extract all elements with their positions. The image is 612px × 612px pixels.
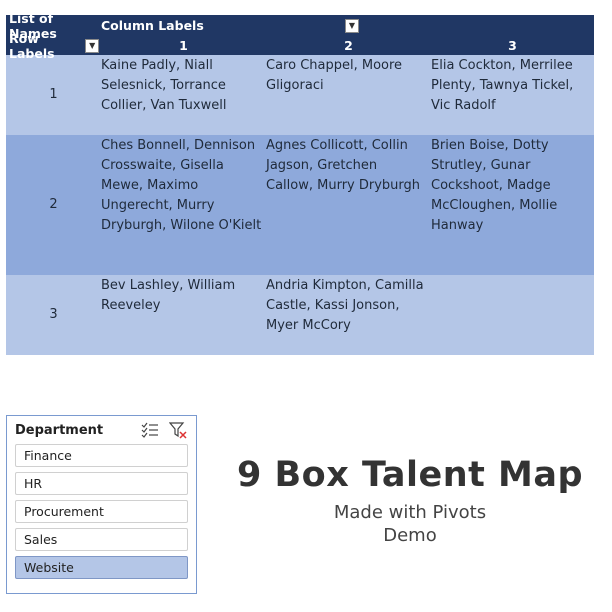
row-filter-dropdown-icon[interactable]: ▼ (85, 38, 99, 53)
table-cell[interactable]: Caro Chappel, Moore Gligoraci (266, 55, 431, 135)
table-cell[interactable]: Brien Boise, Dotty Strutley, Gunar Cocks… (431, 135, 594, 275)
page-title: 9 Box Talent Map (236, 455, 584, 495)
slicer-item-finance[interactable]: Finance (15, 444, 188, 467)
table-cell[interactable]: Kaine Padly, Niall Selesnick, Torrance C… (101, 55, 266, 135)
pivot-header-row-2: Row Labels ▼ 1 2 3 (6, 31, 594, 61)
table-cell[interactable]: Andria Kimpton, Camilla Castle, Kassi Jo… (266, 275, 431, 355)
slicer-item-procurement[interactable]: Procurement (15, 500, 188, 523)
slicer-item-website[interactable]: Website (15, 556, 188, 579)
slicer-item-hr[interactable]: HR (15, 472, 188, 495)
table-row: 1 Kaine Padly, Niall Selesnick, Torrance… (6, 55, 594, 135)
table-cell[interactable]: Bev Lashley, William Reeveley (101, 275, 266, 355)
column-header-2[interactable]: 2 (266, 36, 431, 55)
row-labels-header[interactable]: Row Labels ▼ (6, 31, 101, 61)
slicer-header: Department (7, 416, 196, 444)
row-label-1[interactable]: 1 (6, 55, 101, 135)
subtitle-line-2: Demo (383, 525, 437, 546)
column-filter-dropdown-icon[interactable]: ▼ (345, 18, 359, 33)
department-slicer: Department Finance HR Procurement Sales … (6, 415, 197, 594)
table-row: 2 Ches Bonnell, Dennison Crosswaite, Gis… (6, 135, 594, 275)
table-cell[interactable]: Ches Bonnell, Dennison Crosswaite, Gisel… (101, 135, 266, 275)
table-row: 3 Bev Lashley, William Reeveley Andria K… (6, 275, 594, 355)
subtitle-line-1: Made with Pivots (333, 502, 487, 523)
clear-filter-icon[interactable] (168, 421, 188, 439)
table-cell[interactable]: Agnes Collicott, Collin Jagson, Gretchen… (266, 135, 431, 275)
column-labels-header[interactable]: Column Labels ▼ (101, 15, 359, 36)
table-cell[interactable] (431, 275, 594, 355)
multi-select-icon[interactable] (140, 421, 160, 439)
pivot-table: List of Names Column Labels ▼ Row Labels… (6, 11, 594, 355)
row-label-2[interactable]: 2 (6, 135, 101, 275)
column-header-1[interactable]: 1 (101, 36, 266, 55)
pivot-header-row-1: List of Names Column Labels ▼ (6, 11, 594, 41)
title-block: 9 Box Talent Map Made with Pivots Demo (210, 455, 610, 547)
table-cell[interactable]: Elia Cockton, Merrilee Plenty, Tawnya Ti… (431, 55, 594, 135)
column-labels-label: Column Labels (101, 18, 204, 33)
slicer-title: Department (15, 422, 104, 438)
slicer-item-sales[interactable]: Sales (15, 528, 188, 551)
row-label-3[interactable]: 3 (6, 275, 101, 355)
column-header-3[interactable]: 3 (431, 36, 594, 55)
slicer-item-list: Finance HR Procurement Sales Website (7, 444, 196, 579)
